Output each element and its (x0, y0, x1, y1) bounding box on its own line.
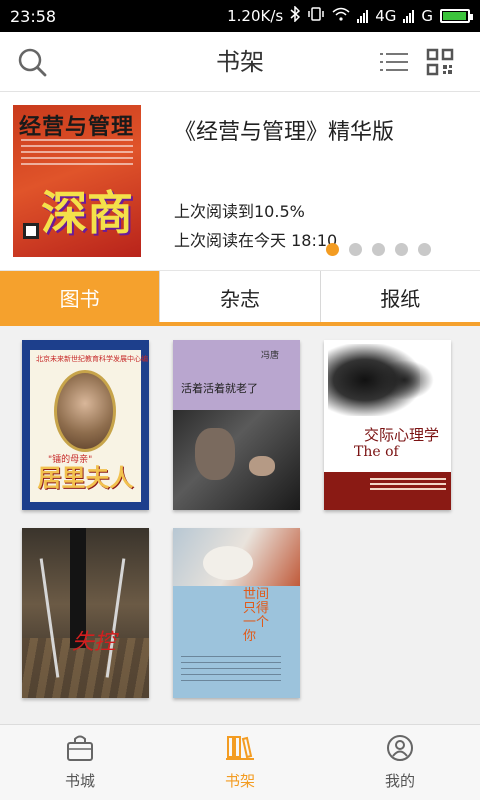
book-cover-psychology[interactable]: 交际心理学 The of (324, 340, 451, 510)
category-tabs: 图书 杂志 报纸 (0, 270, 480, 326)
cover-scarf (203, 546, 253, 580)
featured-cover[interactable]: 经营与管理 深商 (13, 105, 141, 257)
wifi-icon (332, 7, 350, 25)
carousel-dot[interactable] (395, 243, 408, 256)
nav-profile[interactable]: 我的 (320, 725, 480, 800)
bluetooth-icon (290, 5, 301, 26)
book-cover-curie[interactable]: 北京未来新世纪教育科学发展中心编 "镭的母亲" 居里夫人 (22, 340, 149, 510)
status-bar: 23:58 1.20K/s 4G G (0, 0, 480, 32)
status-time: 23:58 (10, 6, 57, 26)
cover-headline: 深商 (41, 186, 133, 240)
signal-icon-2 (403, 9, 415, 23)
reading-progress: 上次阅读到10.5% (174, 202, 305, 221)
qr-code-icon[interactable] (422, 44, 458, 80)
cover-title: 活着活着就老了 (181, 382, 258, 395)
cover-title: 居里夫人 (37, 463, 134, 492)
user-icon (385, 734, 415, 766)
carousel-dot[interactable] (349, 243, 362, 256)
carousel-dot[interactable] (372, 243, 385, 256)
carousel-dot[interactable] (418, 243, 431, 256)
cover-text-lines (21, 139, 133, 169)
cover-title: 交际心理学 (364, 426, 440, 444)
cover-band-text (370, 478, 446, 492)
network-type-2: G (421, 7, 433, 25)
cover-title: 世间只得一个你 (243, 587, 270, 644)
tab-magazines[interactable]: 杂志 (160, 271, 321, 323)
featured-reading[interactable]: 经营与管理 深商 《经营与管理》精华版 上次阅读到10.5% 上次阅读在今天 1… (0, 92, 480, 270)
cover-band (173, 340, 300, 410)
cover-masthead: 经营与管理 (19, 114, 135, 140)
app-header: 书架 (0, 32, 480, 92)
list-icon[interactable] (376, 44, 412, 80)
cover-photo (173, 410, 300, 510)
network-type: 4G (375, 7, 397, 25)
bookshelf-icon (225, 734, 255, 766)
book-cover-crutches[interactable]: 失控 (22, 528, 149, 698)
cover-qr-code (23, 223, 39, 239)
cover-publisher-line: 北京未来新世纪教育科学发展中心编 (36, 355, 148, 363)
nav-label-bookshelf: 书架 (224, 772, 255, 790)
cover-panel: 北京未来新世纪教育科学发展中心编 "镭的母亲" 居里夫人 (30, 350, 148, 502)
cover-hand (249, 456, 275, 476)
status-icons: 1.20K/s 4G G (227, 5, 473, 26)
carousel-indicator (326, 243, 431, 256)
cover-english-title: The of (354, 444, 399, 460)
cover-ink-art-2 (374, 360, 434, 400)
cover-title: 失控 (72, 630, 117, 655)
last-read-time: 上次阅读在今天 18:10 (174, 231, 338, 250)
book-cover-only-you[interactable]: 世间只得一个你 (173, 528, 300, 698)
search-icon[interactable] (14, 44, 50, 80)
tab-newspapers[interactable]: 报纸 (321, 271, 480, 323)
featured-title: 《经营与管理》精华版 (174, 120, 395, 145)
cover-face (195, 428, 235, 480)
network-speed: 1.20K/s (227, 7, 284, 25)
cover-portrait (54, 370, 116, 452)
nav-bookstore[interactable]: 书城 (0, 725, 160, 800)
nav-bookshelf[interactable]: 书架 (160, 725, 320, 800)
vibrate-icon (307, 7, 325, 25)
battery-icon (440, 9, 473, 23)
bottom-navigation: 书城 书架 我的 (0, 724, 480, 800)
book-cover-feng-tang[interactable]: 冯唐 活着活着就老了 (173, 340, 300, 510)
cover-text-lines (181, 656, 281, 682)
nav-label-profile: 我的 (384, 772, 415, 790)
tab-books[interactable]: 图书 (0, 271, 161, 323)
nav-label-bookstore: 书城 (64, 772, 95, 790)
bag-icon (65, 734, 95, 766)
cover-author: 冯唐 (261, 351, 280, 361)
carousel-dot[interactable] (326, 243, 339, 256)
bookshelf-grid: 北京未来新世纪教育科学发展中心编 "镭的母亲" 居里夫人 冯唐 活着活着就老了 … (0, 326, 480, 724)
signal-icon (357, 9, 369, 23)
